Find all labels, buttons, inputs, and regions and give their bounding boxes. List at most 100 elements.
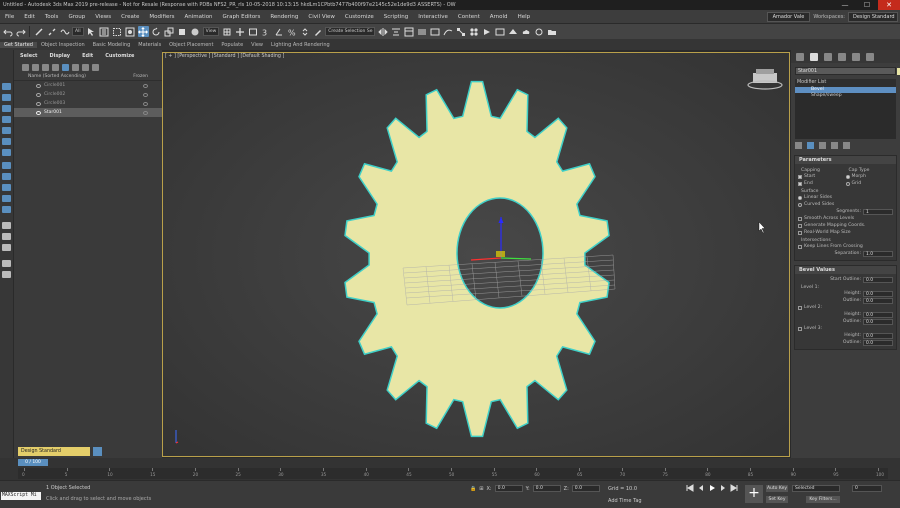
rect-selection-icon[interactable] bbox=[112, 26, 123, 37]
display-invert-icon[interactable] bbox=[2, 244, 11, 251]
linear-sides-radio[interactable]: Linear Sides bbox=[798, 194, 893, 201]
display-xrefs-icon[interactable] bbox=[2, 162, 11, 169]
utilities-tab-icon[interactable] bbox=[866, 52, 874, 61]
display-space-warps-icon[interactable] bbox=[2, 138, 11, 145]
freeze-icon[interactable] bbox=[143, 110, 148, 115]
smooth-across-levels-checkbox[interactable]: Smooth Across Levels bbox=[798, 215, 893, 222]
menu-edit[interactable]: Edit bbox=[19, 14, 40, 20]
scale-icon[interactable] bbox=[164, 26, 175, 37]
bevel-values-rollout-title[interactable]: Bevel Values bbox=[795, 266, 896, 274]
percent-snap-icon[interactable]: % bbox=[286, 26, 297, 37]
menu-interactive[interactable]: Interactive bbox=[413, 14, 453, 20]
remove-modifier-icon[interactable] bbox=[831, 142, 838, 149]
render-production-icon[interactable] bbox=[507, 26, 518, 37]
freeze-icon[interactable] bbox=[143, 101, 148, 106]
curve-editor-icon[interactable] bbox=[442, 26, 453, 37]
menu-customize[interactable]: Customize bbox=[340, 14, 379, 20]
angle-snap-icon[interactable] bbox=[273, 26, 284, 37]
scene-object-row-selected[interactable]: Star001 bbox=[14, 108, 162, 117]
menu-rendering[interactable]: Rendering bbox=[265, 14, 303, 20]
parameters-rollout-title[interactable]: Parameters bbox=[795, 156, 896, 164]
play-icon[interactable] bbox=[708, 484, 716, 492]
y-coordinate[interactable]: 0.0 bbox=[532, 485, 561, 492]
select-by-name-icon[interactable] bbox=[99, 26, 110, 37]
level3-checkbox[interactable]: Level 3: bbox=[798, 325, 893, 332]
level3-height-spinner[interactable]: 0.0 bbox=[863, 332, 893, 339]
viewport-label-menu[interactable]: [ + ] [Perspective ] [Standard ] [Defaul… bbox=[165, 54, 284, 59]
menu-arnold[interactable]: Arnold bbox=[485, 14, 513, 20]
level2-height-spinner[interactable]: 0.0 bbox=[863, 311, 893, 318]
perspective-viewport[interactable]: [ + ] [Perspective ] [Standard ] [Defaul… bbox=[162, 52, 790, 457]
unlink-icon[interactable] bbox=[46, 26, 57, 37]
render-frame-icon[interactable] bbox=[494, 26, 505, 37]
schematic-view-icon[interactable] bbox=[455, 26, 466, 37]
current-frame-field[interactable]: 0 bbox=[852, 485, 882, 492]
se-menu-select[interactable]: Select bbox=[14, 53, 43, 59]
go-to-start-icon[interactable] bbox=[686, 484, 694, 492]
keyboard-shortcut-icon[interactable] bbox=[247, 26, 258, 37]
ribbon-tab-basic-modeling[interactable]: Basic Modeling bbox=[89, 42, 135, 48]
show-end-result-icon[interactable] bbox=[807, 142, 814, 149]
minimize-button[interactable]: — bbox=[834, 0, 856, 10]
separation-spinner[interactable]: 1.0 bbox=[863, 250, 893, 257]
display-shapes-icon[interactable] bbox=[2, 94, 11, 101]
level1-outline-spinner[interactable]: 0.0 bbox=[863, 297, 893, 304]
display-helpers-icon[interactable] bbox=[2, 127, 11, 134]
z-coordinate[interactable]: 0.0 bbox=[571, 485, 600, 492]
filter-icon[interactable] bbox=[22, 64, 29, 71]
display-containers-icon[interactable] bbox=[2, 184, 11, 191]
mirror-icon[interactable] bbox=[377, 26, 388, 37]
go-to-end-icon[interactable] bbox=[730, 484, 738, 492]
snaps-toggle-icon[interactable]: 3 bbox=[260, 26, 271, 37]
make-unique-icon[interactable] bbox=[819, 142, 826, 149]
sync-selection-icon[interactable] bbox=[2, 260, 11, 267]
close-button[interactable]: ✕ bbox=[878, 0, 900, 10]
display-geometry-icon[interactable] bbox=[2, 83, 11, 90]
menu-graph-editors[interactable]: Graph Editors bbox=[218, 14, 266, 20]
key-mode-dropdown[interactable]: Selected bbox=[792, 485, 840, 492]
pivot-center-icon[interactable] bbox=[221, 26, 232, 37]
modify-tab-icon[interactable] bbox=[810, 52, 818, 61]
render-setup-icon[interactable] bbox=[481, 26, 492, 37]
trackbar[interactable]: 0 5 10 15 20 25 30 35 40 45 50 55 60 65 70 75 80 85 90 95 10… bbox=[18, 468, 888, 479]
motion-tab-icon[interactable] bbox=[838, 52, 846, 61]
hierarchy-tab-icon[interactable] bbox=[824, 52, 832, 61]
menu-group[interactable]: Group bbox=[63, 14, 90, 20]
layer-dropdown[interactable]: Design Standard bbox=[18, 446, 90, 456]
link-icon[interactable] bbox=[33, 26, 44, 37]
menu-civil-view[interactable]: Civil View bbox=[303, 14, 339, 20]
visibility-eye-icon[interactable] bbox=[36, 92, 41, 97]
window-crossing-icon[interactable] bbox=[125, 26, 136, 37]
workspace-dropdown[interactable]: Design Standard bbox=[848, 12, 898, 22]
ribbon-tab-object-placement[interactable]: Object Placement bbox=[165, 42, 217, 48]
curved-sides-radio[interactable]: Curved Sides bbox=[798, 201, 893, 208]
ribbon-toggle-icon[interactable] bbox=[429, 26, 440, 37]
level2-outline-spinner[interactable]: 0.0 bbox=[863, 318, 893, 325]
se-menu-edit[interactable]: Edit bbox=[76, 53, 99, 59]
modifier-stack-item-shape[interactable]: Shape/sweep bbox=[795, 93, 896, 99]
viewport-canvas[interactable] bbox=[163, 53, 790, 457]
level3-outline-spinner[interactable]: 0.0 bbox=[863, 339, 893, 346]
rotate-icon[interactable] bbox=[151, 26, 162, 37]
ribbon-tab-object-inspection[interactable]: Object Inspection bbox=[37, 42, 89, 48]
absolute-mode-icon[interactable]: ⊞ bbox=[479, 486, 483, 492]
menu-tools[interactable]: Tools bbox=[40, 14, 64, 20]
auto-key-button[interactable]: Auto Key bbox=[766, 485, 788, 492]
configure-modifier-sets-icon[interactable] bbox=[843, 142, 850, 149]
ribbon-tab-materials[interactable]: Materials bbox=[134, 42, 165, 48]
modifier-list-dropdown[interactable]: Modifier List bbox=[795, 79, 896, 87]
visibility-eye-icon[interactable] bbox=[36, 110, 41, 115]
edit-named-selection-icon[interactable] bbox=[312, 26, 323, 37]
funnel-icon[interactable] bbox=[62, 64, 69, 71]
visibility-eye-icon[interactable] bbox=[36, 101, 41, 106]
render-cloud-icon[interactable] bbox=[520, 26, 531, 37]
display-none-icon[interactable] bbox=[2, 233, 11, 240]
grid-icon[interactable] bbox=[52, 64, 59, 71]
reference-coordinate-dropdown[interactable]: View bbox=[202, 27, 220, 36]
scene-object-row[interactable]: Circle003 bbox=[14, 99, 162, 108]
display-groups-icon[interactable] bbox=[2, 149, 11, 156]
spinner-snap-icon[interactable] bbox=[299, 26, 310, 37]
time-slider[interactable]: 0 / 100 bbox=[18, 459, 48, 466]
visibility-eye-icon[interactable] bbox=[36, 83, 41, 88]
display-tab-icon[interactable] bbox=[852, 52, 860, 61]
